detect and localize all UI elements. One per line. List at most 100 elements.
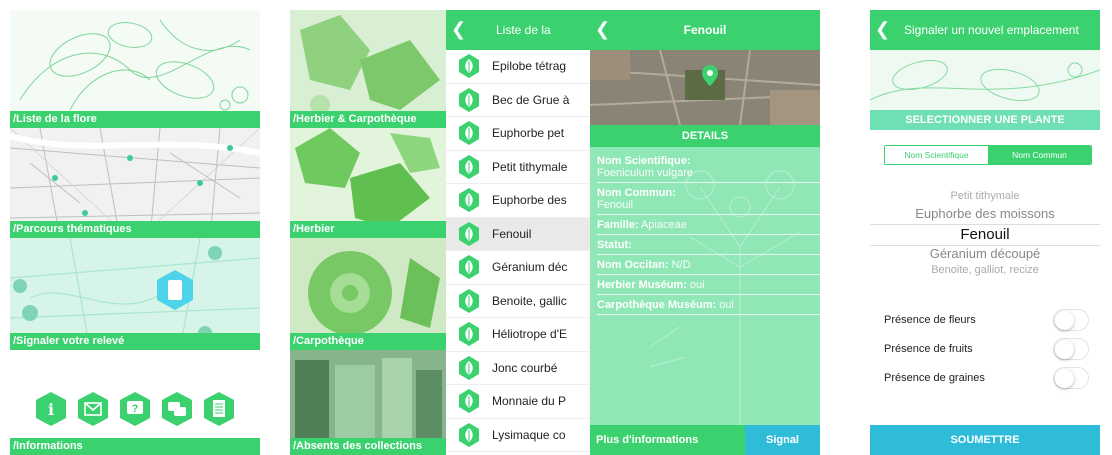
- document-icon[interactable]: [202, 390, 236, 428]
- plant-list-item[interactable]: Petit tithymale: [446, 151, 590, 184]
- field-value: oui: [719, 299, 734, 311]
- back-icon[interactable]: ❮: [875, 10, 890, 48]
- plant-list-item[interactable]: Epilobe tétrag: [446, 50, 590, 84]
- tile-thematic-routes[interactable]: /Parcours thématiques: [10, 128, 260, 238]
- more-info-button[interactable]: Plus d'informations: [590, 425, 745, 455]
- plant-list-item[interactable]: Benoite, gallic: [446, 285, 590, 318]
- picker-option[interactable]: Géranium découpé: [870, 246, 1100, 264]
- detail-field: Nom Commun: Fenouil: [597, 183, 820, 215]
- field-label: Nom Occitan:: [597, 259, 669, 271]
- plant-name: Euphorbe des: [492, 193, 567, 208]
- plant-leaf-icon: [459, 121, 479, 146]
- picker-edge: ​: [870, 280, 1100, 290]
- plant-list-item[interactable]: Bec de Grue à: [446, 84, 590, 117]
- aerial-image: [590, 50, 820, 125]
- plant-leaf-icon: [459, 54, 479, 79]
- toggle-flowers-switch[interactable]: [1053, 309, 1089, 331]
- picker-selected-option[interactable]: Fenouil: [870, 224, 1100, 246]
- field-label: Nom Scientifique:: [597, 155, 691, 167]
- field-value: N/D: [671, 259, 691, 271]
- list-header: ❮ Liste de la: [446, 10, 590, 50]
- field-value: Apiaceae: [641, 219, 687, 231]
- details-section-title: DETAILS: [590, 125, 820, 147]
- tile-label: /Signaler votre relevé: [10, 333, 260, 350]
- detail-field: Nom Occitan: N/D: [597, 255, 820, 275]
- detail-header: ❮ Fenouil: [590, 10, 820, 50]
- toggle-fruits-row: Présence de fruits: [884, 337, 1089, 361]
- svg-text:i: i: [48, 400, 54, 419]
- collections-screen: /Herbier & Carpothèque /Herbier /Carpoth…: [290, 10, 590, 455]
- plant-name: Géranium déc: [492, 260, 568, 275]
- plant-leaf-icon: [459, 87, 479, 112]
- plant-picker[interactable]: ​ Petit tithymale Euphorbe des moissons …: [870, 180, 1100, 290]
- tile-herbarium[interactable]: /Herbier: [290, 128, 446, 238]
- segment-common-name[interactable]: Nom Commun: [988, 146, 1091, 164]
- tile-flora-list[interactable]: /Liste de la flore: [10, 10, 260, 128]
- tile-absents[interactable]: /Absents des collections: [290, 350, 446, 455]
- info-icon-row: i ?: [10, 385, 260, 433]
- signal-button[interactable]: Signal: [745, 425, 820, 455]
- plant-name: Epilobe tétrag: [492, 59, 567, 74]
- plant-leaf-icon: [459, 422, 479, 447]
- toggle-seeds-row: Présence de graines: [884, 366, 1089, 390]
- segment-scientific-name[interactable]: Nom Scientifique: [885, 146, 988, 164]
- toggle-flowers-row: Présence de fleurs: [884, 308, 1089, 332]
- plant-list-item[interactable]: Euphorbe pet: [446, 117, 590, 151]
- detail-field: Statut:: [597, 235, 820, 255]
- detail-screen: ❮ Fenouil DETAILS Nom Scientifique: Foeni…: [590, 10, 820, 455]
- plant-list-item[interactable]: Monnaie du P: [446, 385, 590, 419]
- plant-list-item[interactable]: Géranium déc: [446, 251, 590, 285]
- satellite-map[interactable]: [590, 50, 820, 125]
- toggle-seeds-switch[interactable]: [1053, 367, 1089, 389]
- back-icon[interactable]: ❮: [595, 10, 610, 48]
- name-type-segmented-control: Nom Scientifique Nom Commun: [884, 145, 1092, 165]
- details-body: Nom Scientifique: Foeniculum vulgare Nom C…: [590, 147, 820, 425]
- plant-leaf-icon: [459, 154, 479, 179]
- field-label: Famille:: [597, 219, 639, 231]
- picker-option[interactable]: Euphorbe des moissons: [870, 206, 1100, 224]
- plant-list-item[interactable]: Euphorbe des: [446, 184, 590, 218]
- tile-herbarium-carpotheque[interactable]: /Herbier & Carpothèque: [290, 10, 446, 128]
- leaf-illustration: [870, 60, 1100, 102]
- plant-leaf-icon: [459, 221, 479, 246]
- field-label: Statut:: [597, 239, 632, 251]
- report-screen: ❮ Signaler un nouvel emplacement SELECTI…: [870, 10, 1100, 455]
- tile-label: /Herbier: [290, 221, 446, 238]
- tile-report-sighting[interactable]: /Signaler votre relevé: [10, 238, 260, 350]
- plant-leaf-icon: [459, 389, 479, 414]
- field-value: Fenouil: [597, 199, 634, 211]
- tile-carpotheque[interactable]: /Carpothèque: [290, 238, 446, 350]
- report-header: ❮ Signaler un nouvel emplacement: [870, 10, 1100, 50]
- info-icon[interactable]: i: [34, 390, 68, 428]
- detail-footer: Plus d'informations Signal: [590, 425, 820, 455]
- help-icon[interactable]: ?: [118, 390, 152, 428]
- plant-list-item[interactable]: Fenouil: [446, 217, 590, 251]
- mail-icon[interactable]: [76, 390, 110, 428]
- picker-option[interactable]: Benoite, galliot, recize: [870, 264, 1100, 280]
- report-title: Signaler un nouvel emplacement: [904, 23, 1079, 37]
- plant-name: Petit tithymale: [492, 159, 568, 174]
- back-icon[interactable]: ❮: [451, 10, 466, 48]
- field-label: Herbier Muséum:: [597, 279, 687, 291]
- tile-label: /Liste de la flore: [10, 111, 260, 128]
- plant-list-item[interactable]: Lysimaque co: [446, 419, 590, 452]
- plant-list-item[interactable]: Héliotrope d'E: [446, 318, 590, 352]
- plant-list-item[interactable]: Jonc courbé: [446, 352, 590, 385]
- plant-name: Monnaie du P: [492, 394, 567, 409]
- toggle-fruits-switch[interactable]: [1053, 338, 1089, 360]
- submit-button[interactable]: SOUMETTRE: [870, 425, 1100, 455]
- plant-name: Lysimaque co: [492, 427, 566, 442]
- picker-edge: ​: [870, 180, 1100, 190]
- field-value: oui: [689, 279, 705, 291]
- tile-label: /Parcours thématiques: [10, 221, 260, 238]
- plant-name: Bec de Grue à: [492, 92, 570, 107]
- plant-leaf-icon: [459, 355, 479, 380]
- plant-name: Euphorbe pet: [492, 126, 565, 141]
- tile-informations[interactable]: /Informations: [10, 438, 260, 455]
- report-leaf-banner: [870, 50, 1100, 110]
- field-value: Foeniculum vulgare: [597, 167, 693, 179]
- toggle-seeds-label: Présence de graines: [884, 372, 985, 384]
- chat-icon[interactable]: [160, 390, 194, 428]
- field-label: Carpothèque Muséum:: [597, 299, 717, 311]
- picker-option[interactable]: Petit tithymale: [870, 190, 1100, 206]
